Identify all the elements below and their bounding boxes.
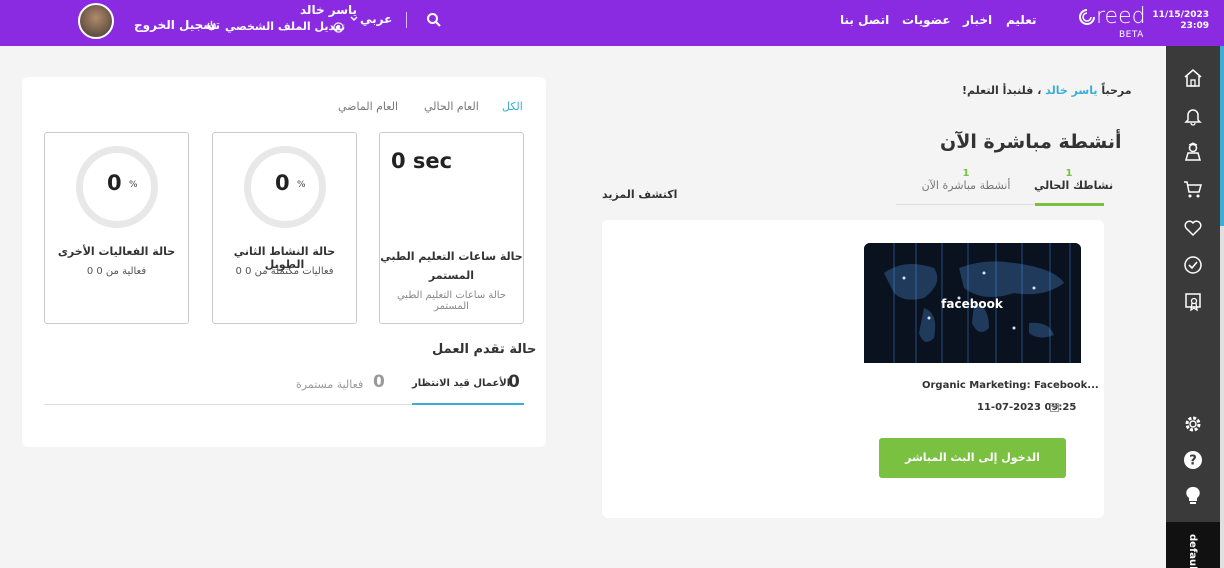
world-map-image: facebook: [864, 243, 1081, 363]
cme-hours-value: 0 sec: [391, 149, 453, 173]
cme-hours-sub-1: حالة ساعات التعليم الطبي: [396, 290, 507, 301]
progress-title: حالة تقدم العمل: [432, 342, 537, 357]
long-activity-ring: 0 %: [244, 146, 326, 228]
ongoing-event-label: فعالية مستمرة: [296, 378, 364, 391]
help-icon[interactable]: ?: [1183, 450, 1203, 470]
cme-hours-title-2: المستمر: [428, 269, 475, 282]
nav-news[interactable]: اخبار: [963, 13, 992, 27]
heart-icon[interactable]: [1183, 218, 1203, 238]
tab-current-label: نشاطك الحالي: [1034, 179, 1114, 192]
cme-hours-title-1: حالة ساعات التعليم الطبي: [380, 250, 523, 263]
date-time: 11/15/2023 23:09: [1152, 10, 1209, 32]
ongoing-event-count: 0: [373, 372, 385, 392]
other-events-value: 0: [107, 171, 122, 195]
lightbulb-icon[interactable]: [1183, 486, 1203, 506]
welcome-message: مرحباً ياسر خالد ، فلنبدأ التعلم!: [962, 84, 1132, 97]
avatar[interactable]: [78, 3, 114, 39]
logo[interactable]: reed BETA: [1076, 4, 1148, 40]
cme-hours-card: 0 sec حالة ساعات التعليم الطبي المستمر ح…: [379, 132, 524, 324]
welcome-name: ياسر خالد: [1045, 84, 1098, 97]
pending-works-label: الأعمال قيد الانتظار: [412, 378, 511, 389]
tab-current-activity[interactable]: 1 نشاطك الحالي: [1034, 168, 1114, 192]
logo-mark-icon: [1079, 9, 1095, 25]
enter-live-button[interactable]: الدخول إلى البث المباشر: [879, 438, 1066, 478]
long-activity-value: 0: [275, 171, 290, 195]
header-divider: [406, 12, 407, 28]
nav-memberships[interactable]: عضويات: [902, 13, 951, 27]
course-thumbnail[interactable]: facebook: [864, 243, 1081, 363]
welcome-suffix: ، فلنبدأ التعلم!: [962, 84, 1042, 97]
filter-current-year[interactable]: العام الحالي: [424, 100, 479, 113]
discover-more-link[interactable]: اكتشف المزيد: [602, 188, 677, 201]
nav-contact[interactable]: اتصل بنا: [840, 13, 889, 27]
header-time: 23:09: [1180, 21, 1209, 31]
calendar-icon: [1050, 403, 1059, 412]
scrollbar-thumb[interactable]: [1220, 46, 1224, 226]
teacher-icon[interactable]: [1183, 142, 1203, 162]
welcome-prefix: مرحباً: [1101, 84, 1132, 97]
power-icon: [207, 20, 216, 31]
logo-text: reed: [1096, 4, 1146, 29]
edit-profile-link[interactable]: تعديل الملف الشخصي: [225, 20, 345, 33]
filter-last-year[interactable]: العام الماضي: [338, 100, 398, 113]
bell-icon[interactable]: [1183, 106, 1203, 126]
course-title[interactable]: Organic Marketing: Facebook...: [922, 380, 1099, 391]
course-date: 11-07-2023 09:25: [977, 402, 1077, 413]
user-circle-icon: [333, 22, 344, 33]
progress-active-indicator: [412, 403, 524, 405]
other-events-title: حالة الفعاليات الأخرى: [57, 245, 176, 258]
active-tab-indicator: [1035, 203, 1104, 206]
long-activity-sub: 0 فعاليات مكتملة من 0: [235, 266, 334, 277]
other-events-card: 0 % حالة الفعاليات الأخرى 0 فعالية من 0: [44, 132, 189, 324]
filter-all[interactable]: الكل: [502, 100, 523, 113]
top-header: 11/15/2023 23:09 reed BETA تعليم اخبار ع…: [0, 0, 1224, 46]
logout-link[interactable]: تسجيل الخروج: [134, 18, 220, 32]
tab-live-count: 1: [962, 168, 970, 179]
right-sidebar: ?: [1166, 46, 1220, 568]
certificate-icon[interactable]: [1183, 292, 1203, 312]
default-tab-label: default: [1187, 534, 1198, 568]
live-activities-title: أنشطة مباشرة الآن: [940, 131, 1122, 153]
language-selector[interactable]: عربي: [350, 12, 393, 26]
tab-live-now[interactable]: 1 أنشطة مباشرة الآن: [920, 168, 1012, 192]
tab-current-count: 1: [1065, 168, 1073, 179]
long-activity-card: 0 % حالة النشاط الثاني الطويل 0 فعاليات …: [212, 132, 357, 324]
thumbnail-brand-text: facebook: [941, 297, 1004, 311]
logo-beta: BETA: [1119, 30, 1144, 40]
language-label: عربي: [360, 12, 393, 26]
user-name: ياسر خالد: [300, 3, 358, 17]
other-events-sub: 0 فعالية من 0: [86, 266, 147, 277]
other-events-ring: 0 %: [76, 146, 158, 228]
other-events-unit: %: [129, 180, 138, 190]
default-tab[interactable]: default: [1166, 522, 1220, 568]
cme-hours-sub-2: المستمر: [434, 301, 469, 312]
svg-text:?: ?: [1189, 454, 1197, 469]
long-activity-unit: %: [297, 180, 306, 190]
edit-profile-label: تعديل الملف الشخصي: [225, 20, 346, 33]
home-icon[interactable]: [1183, 68, 1203, 88]
gear-icon[interactable]: [1183, 414, 1203, 434]
search-icon[interactable]: [426, 12, 442, 28]
nav-education[interactable]: تعليم: [1006, 13, 1037, 27]
badge-check-icon[interactable]: [1183, 255, 1203, 275]
header-date: 11/15/2023: [1152, 10, 1209, 20]
tab-live-label: أنشطة مباشرة الآن: [921, 179, 1011, 192]
cart-icon[interactable]: [1183, 179, 1203, 199]
